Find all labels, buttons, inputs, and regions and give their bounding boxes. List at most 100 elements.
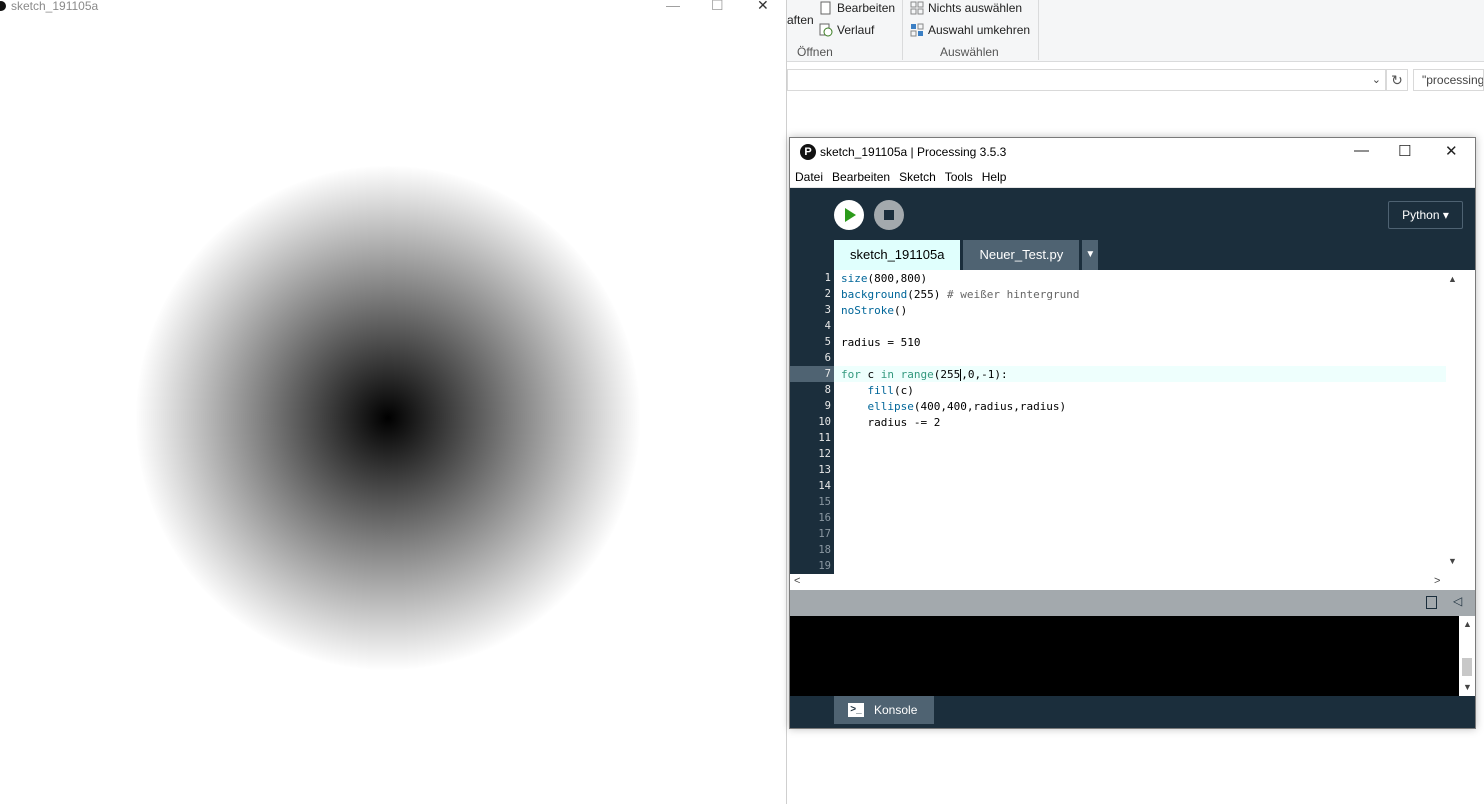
console-output[interactable]: ▲ ▼: [790, 616, 1475, 696]
ribbon-edit-label: Bearbeiten: [837, 1, 896, 15]
menu-help[interactable]: Help: [977, 168, 1011, 187]
menu-datei[interactable]: Datei: [790, 168, 827, 187]
copy-errors-icon[interactable]: [1426, 596, 1437, 609]
code-line: fill(c): [841, 383, 914, 399]
processing-logo-icon: [0, 1, 6, 11]
ribbon-invert-selection-button[interactable]: Auswahl umkehren: [910, 23, 1030, 37]
ribbon-divider: [902, 0, 903, 60]
line-number: 9: [824, 400, 831, 412]
scroll-up-icon[interactable]: ▲: [1463, 619, 1472, 629]
code-line: ellipse(400,400,radius,radius): [841, 399, 1067, 415]
code-token: background: [841, 288, 908, 301]
code-editor[interactable]: 1 2 3 4 5 6 7 8 9 10 11 12 13 14 15 16 1…: [790, 270, 1475, 574]
code-line: radius = 510: [841, 336, 921, 349]
code-token: (255): [907, 288, 947, 301]
line-number: 3: [824, 304, 831, 316]
ribbon-properties-partial[interactable]: aften: [787, 13, 814, 27]
ribbon-partial-label: aften: [787, 13, 814, 27]
tab-sketch[interactable]: sketch_191105a: [834, 240, 961, 270]
code-token: fill: [867, 384, 895, 397]
run-button[interactable]: [834, 200, 864, 230]
maximize-icon[interactable]: ☐: [1398, 142, 1411, 160]
sketch-titlebar[interactable]: sketch_191105a — ☐ ✕: [0, 0, 786, 14]
menu-bearbeiten[interactable]: Bearbeiten: [827, 168, 894, 187]
line-number: 14: [818, 480, 831, 492]
sketch-window-title: sketch_191105a: [11, 0, 99, 13]
menu-bar: Datei Bearbeiten Sketch Tools Help: [790, 168, 1475, 188]
code-token: (400,400,radius,radius): [913, 400, 1067, 413]
chevron-down-icon[interactable]: ⌄: [1372, 73, 1381, 86]
ribbon-select-none-label: Nichts auswählen: [928, 1, 1023, 15]
ribbon-group-open-label: Öffnen: [797, 45, 833, 59]
line-number-gutter: 1 2 3 4 5 6 7 8 9 10 11 12 13 14 15 16 1…: [790, 270, 834, 574]
line-number: 13: [818, 464, 831, 476]
close-icon[interactable]: ✕: [757, 0, 769, 14]
code-line: size(800,800): [841, 271, 927, 287]
editor-horizontal-scrollbar[interactable]: < >: [790, 574, 1475, 590]
code-keyword: for: [841, 368, 861, 381]
mode-selector[interactable]: Python ▾: [1388, 201, 1463, 229]
line-number: 11: [818, 432, 831, 444]
code-keyword: in: [880, 368, 894, 381]
sketch-canvas: [0, 14, 786, 804]
line-number: 10: [818, 416, 831, 428]
line-number: 6: [824, 352, 831, 364]
code-line: for c in range(255,0,-1):: [841, 367, 1008, 383]
ribbon-select-none-button[interactable]: Nichts auswählen: [910, 1, 1022, 15]
ide-window-title: sketch_191105a | Processing 3.5.3: [820, 145, 1007, 159]
stop-button[interactable]: [874, 200, 904, 230]
ribbon-edit-button[interactable]: Bearbeiten: [819, 1, 895, 15]
console-tab-bar: >_ Konsole: [790, 696, 1475, 728]
processing-ide-window: P sketch_191105a | Processing 3.5.3 — ☐ …: [789, 137, 1476, 729]
invert-selection-icon: [910, 23, 924, 37]
code-token: range: [894, 368, 934, 381]
console-scroll-thumb[interactable]: [1462, 658, 1472, 676]
konsole-label: Konsole: [874, 703, 918, 717]
scroll-left-icon[interactable]: <: [794, 575, 800, 587]
code-text-area[interactable]: size(800,800) background(255) # weißer h…: [841, 270, 1446, 574]
scroll-down-icon[interactable]: ▼: [1448, 556, 1457, 566]
line-number: 15: [818, 496, 831, 508]
ribbon-divider: [1038, 0, 1039, 60]
minimize-icon[interactable]: —: [666, 0, 680, 13]
maximize-icon[interactable]: ☐: [711, 0, 724, 14]
editor-vertical-scrollbar[interactable]: ▲ ▼: [1446, 270, 1461, 574]
processing-logo-icon: P: [800, 144, 816, 160]
close-icon[interactable]: ✕: [1445, 142, 1458, 160]
search-input[interactable]: "processing: [1413, 69, 1484, 91]
line-number: 17: [818, 528, 831, 540]
code-comment: # weißer hintergrund: [946, 288, 1080, 301]
ide-titlebar[interactable]: P sketch_191105a | Processing 3.5.3 — ☐ …: [790, 138, 1475, 168]
line-number: 2: [824, 288, 831, 300]
scroll-down-icon[interactable]: ▼: [1463, 682, 1472, 692]
menu-tools[interactable]: Tools: [940, 168, 977, 187]
code-token: (c): [894, 384, 914, 397]
ribbon-history-label: Verlauf: [837, 23, 875, 37]
code-token: (): [893, 304, 908, 317]
console-scrollbar[interactable]: ▲ ▼: [1459, 616, 1475, 696]
code-line: background(255) # weißer hintergrund: [841, 287, 1079, 303]
collapse-console-icon[interactable]: ◁: [1453, 594, 1462, 608]
refresh-icon[interactable]: ↻: [1386, 69, 1408, 91]
scroll-up-icon[interactable]: ▲: [1448, 274, 1457, 284]
tab-neuer-test[interactable]: Neuer_Test.py: [963, 240, 1080, 270]
address-bar[interactable]: ⌄: [787, 69, 1386, 91]
minimize-icon[interactable]: —: [1354, 142, 1369, 159]
code-token: noStroke: [841, 304, 894, 317]
line-number: 19: [818, 560, 831, 572]
menu-sketch[interactable]: Sketch: [894, 168, 940, 187]
line-number: 12: [818, 448, 831, 460]
code-line: noStroke(): [841, 303, 907, 319]
tab-konsole[interactable]: >_ Konsole: [834, 696, 934, 724]
code-token: size: [841, 272, 868, 285]
tab-menu-arrow[interactable]: ▼: [1082, 240, 1099, 270]
line-number: 4: [824, 320, 831, 332]
line-number: 18: [818, 544, 831, 556]
ribbon-history-button[interactable]: Verlauf: [819, 23, 874, 37]
line-number: 8: [824, 384, 831, 396]
sketch-output-window: sketch_191105a — ☐ ✕: [0, 0, 787, 804]
scroll-right-icon[interactable]: >: [1434, 575, 1440, 587]
select-none-icon: [910, 1, 924, 15]
explorer-ribbon: aften Bearbeiten Verlauf Öffnen Nichts a…: [787, 0, 1484, 62]
